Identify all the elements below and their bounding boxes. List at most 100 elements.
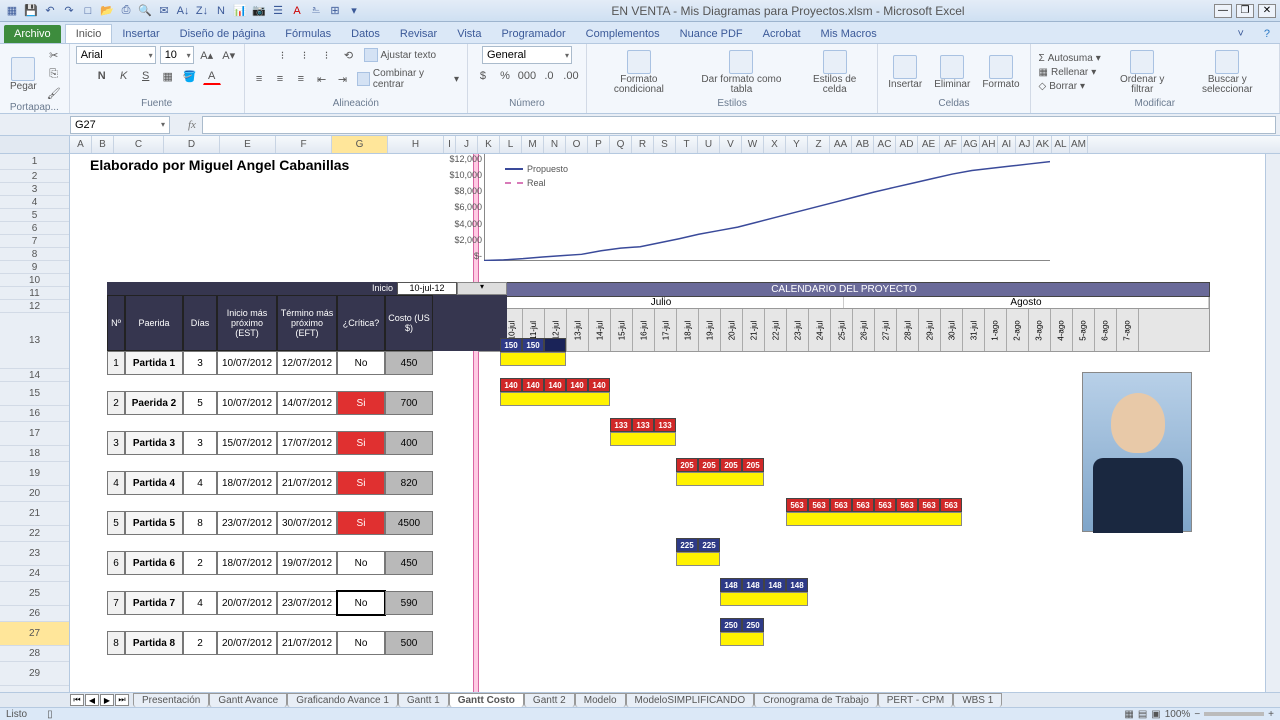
- tab-programador[interactable]: Programador: [491, 25, 575, 43]
- col-header[interactable]: W: [742, 136, 764, 153]
- row-header[interactable]: 6: [0, 222, 69, 235]
- date-spinner[interactable]: [457, 282, 507, 295]
- row-header[interactable]: 3: [0, 183, 69, 196]
- align-middle-icon[interactable]: ⁝: [296, 46, 314, 64]
- row-header[interactable]: 11: [0, 287, 69, 300]
- tab-fórmulas[interactable]: Fórmulas: [275, 25, 341, 43]
- align-left-icon[interactable]: ≡: [251, 70, 268, 88]
- tab-datos[interactable]: Datos: [341, 25, 390, 43]
- clear-button[interactable]: ◇ Borrar ▾: [1037, 80, 1103, 93]
- col-header[interactable]: AF: [940, 136, 962, 153]
- row-header[interactable]: 28: [0, 646, 69, 662]
- row-header[interactable]: 1: [0, 154, 69, 170]
- col-header[interactable]: I: [444, 136, 456, 153]
- insert-cells-button[interactable]: Insertar: [884, 53, 926, 92]
- col-header[interactable]: P: [588, 136, 610, 153]
- col-header[interactable]: B: [92, 136, 114, 153]
- col-header[interactable]: V: [720, 136, 742, 153]
- row-header[interactable]: 13: [0, 313, 69, 369]
- tab-vista[interactable]: Vista: [447, 25, 491, 43]
- col-header[interactable]: R: [632, 136, 654, 153]
- format-painter-icon[interactable]: 🖌: [45, 84, 63, 102]
- prev-sheet-icon[interactable]: ◀: [85, 694, 99, 706]
- col-header[interactable]: G: [332, 136, 388, 153]
- col-header[interactable]: E: [220, 136, 276, 153]
- tab-file[interactable]: Archivo: [4, 25, 61, 43]
- format-table-button[interactable]: Dar formato como tabla: [689, 48, 794, 97]
- indent-inc-icon[interactable]: ⇥: [334, 70, 351, 88]
- zoom-in-button[interactable]: +: [1268, 709, 1274, 720]
- cond-format-button[interactable]: Formato condicional: [593, 48, 685, 97]
- tab-diseño-de-página[interactable]: Diseño de página: [170, 25, 276, 43]
- merge-center-button[interactable]: Combinar y centrar ▾: [355, 67, 461, 91]
- align-top-icon[interactable]: ⁝: [274, 46, 292, 64]
- cut-icon[interactable]: ✂: [45, 46, 63, 64]
- align-center-icon[interactable]: ≡: [272, 70, 289, 88]
- table-row[interactable]: 1Partida 1310/07/201212/07/2012No450: [107, 351, 507, 375]
- col-header[interactable]: AA: [830, 136, 852, 153]
- letter-icon[interactable]: N: [213, 3, 229, 19]
- orientation-icon[interactable]: ⟲: [340, 46, 358, 64]
- col-header[interactable]: T: [676, 136, 698, 153]
- zoom-slider[interactable]: [1204, 712, 1264, 716]
- table-row[interactable]: 8Partida 8220/07/201221/07/2012No500: [107, 631, 507, 655]
- underline-icon[interactable]: ⎁: [308, 3, 324, 19]
- col-header[interactable]: AK: [1034, 136, 1052, 153]
- zoom-level[interactable]: 100%: [1165, 709, 1191, 720]
- fill-color-icon[interactable]: 🪣: [181, 67, 199, 85]
- tab-revisar[interactable]: Revisar: [390, 25, 447, 43]
- indent-dec-icon[interactable]: ⇤: [313, 70, 330, 88]
- col-header[interactable]: F: [276, 136, 332, 153]
- new-icon[interactable]: □: [80, 3, 96, 19]
- table-row[interactable]: 5Partida 5823/07/201230/07/2012Si4500: [107, 511, 507, 535]
- row-header[interactable]: 20: [0, 486, 69, 502]
- inc-decimal-icon[interactable]: .0: [540, 67, 558, 85]
- thousands-icon[interactable]: 000: [518, 67, 536, 85]
- sheet-tab[interactable]: Modelo: [575, 693, 626, 707]
- dec-decimal-icon[interactable]: .00: [562, 67, 580, 85]
- chart-icon[interactable]: 📊: [232, 3, 248, 19]
- name-box[interactable]: G27: [70, 116, 170, 134]
- font-size-dropdown[interactable]: 10: [160, 46, 194, 64]
- col-header[interactable]: AB: [852, 136, 874, 153]
- row-header[interactable]: 15: [0, 382, 69, 406]
- save-icon[interactable]: 💾: [23, 3, 39, 19]
- col-header[interactable]: AE: [918, 136, 940, 153]
- preview-icon[interactable]: 🔍: [137, 3, 153, 19]
- cell-styles-button[interactable]: Estilos de celda: [798, 48, 871, 97]
- row-header[interactable]: 29: [0, 662, 69, 686]
- row-header[interactable]: 16: [0, 406, 69, 422]
- sheet-tab[interactable]: Cronograma de Trabajo: [754, 693, 878, 707]
- sheet-tab[interactable]: Graficando Avance 1: [287, 693, 398, 707]
- row-header[interactable]: 23: [0, 542, 69, 566]
- vertical-scrollbar[interactable]: [1265, 154, 1280, 692]
- last-sheet-icon[interactable]: ⏭: [115, 694, 129, 706]
- row-header[interactable]: 14: [0, 369, 69, 382]
- percent-icon[interactable]: %: [496, 67, 514, 85]
- sort-desc-icon[interactable]: Z↓: [194, 3, 210, 19]
- col-header[interactable]: AH: [980, 136, 998, 153]
- sort-filter-button[interactable]: Ordenar y filtrar: [1107, 48, 1178, 97]
- col-header[interactable]: O: [566, 136, 588, 153]
- col-header[interactable]: AC: [874, 136, 896, 153]
- help-icon[interactable]: ?: [1254, 25, 1280, 43]
- row-header[interactable]: 8: [0, 248, 69, 261]
- calc-icon[interactable]: ⊞: [327, 3, 343, 19]
- copy-icon[interactable]: ⎘: [45, 65, 63, 83]
- col-header[interactable]: X: [764, 136, 786, 153]
- col-header[interactable]: L: [500, 136, 522, 153]
- formula-input[interactable]: [202, 116, 1276, 134]
- tab-insertar[interactable]: Insertar: [112, 25, 169, 43]
- italic-button[interactable]: K: [115, 67, 133, 85]
- inicio-date[interactable]: 10-jul-12: [397, 282, 457, 295]
- col-header[interactable]: Y: [786, 136, 808, 153]
- sheet-tab[interactable]: PERT - CPM: [878, 693, 953, 707]
- col-header[interactable]: S: [654, 136, 676, 153]
- find-select-button[interactable]: Buscar y seleccionar: [1182, 48, 1273, 97]
- font-color-icon[interactable]: A: [203, 67, 221, 85]
- tab-nuance-pdf[interactable]: Nuance PDF: [670, 25, 753, 43]
- table-row[interactable]: 6Partida 6218/07/201219/07/2012No450: [107, 551, 507, 575]
- bold-button[interactable]: N: [93, 67, 111, 85]
- fill-button[interactable]: ▦ Rellenar ▾: [1037, 66, 1103, 79]
- currency-icon[interactable]: $: [474, 67, 492, 85]
